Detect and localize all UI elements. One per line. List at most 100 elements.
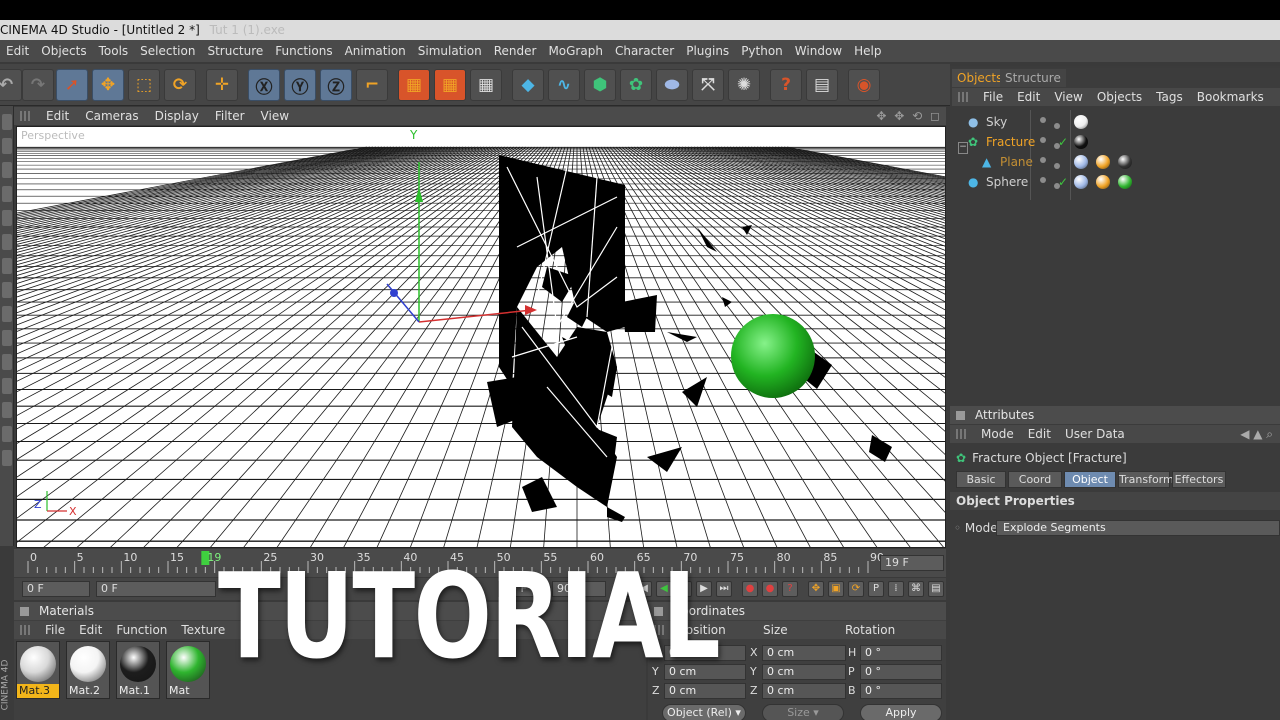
deformer-button[interactable]: ⬬ bbox=[656, 69, 688, 101]
script-manager-button[interactable]: ▤ bbox=[806, 69, 838, 101]
key-scale-icon[interactable]: ▣ bbox=[828, 581, 844, 597]
size-mode-dropdown[interactable]: Size ▾ bbox=[762, 704, 844, 720]
material-swatch[interactable]: Mat.1 bbox=[116, 641, 160, 699]
material-tag-icon[interactable] bbox=[1074, 135, 1088, 149]
mode-button[interactable] bbox=[2, 138, 12, 154]
web-button[interactable]: ◉ bbox=[848, 69, 880, 101]
rotation-input[interactable]: 0 ° bbox=[860, 664, 942, 680]
live-selection-tool[interactable]: ➚ bbox=[56, 69, 88, 101]
material-tag-icon[interactable] bbox=[1074, 175, 1088, 189]
materials-menu-file[interactable]: File bbox=[38, 623, 72, 637]
panel-menu-icon[interactable] bbox=[20, 606, 29, 616]
visibility-toggle[interactable] bbox=[1040, 117, 1046, 123]
material-swatch[interactable]: Mat.2 bbox=[66, 641, 110, 699]
attribute-tab-object[interactable]: Object bbox=[1064, 471, 1116, 488]
spline-button[interactable]: ∿ bbox=[548, 69, 580, 101]
mode-button[interactable] bbox=[2, 282, 12, 298]
attributes-menu-user-data[interactable]: User Data bbox=[1058, 427, 1132, 441]
attribute-tab-basic[interactable]: Basic bbox=[956, 471, 1006, 488]
mode-dropdown[interactable]: Explode Segments bbox=[996, 520, 1280, 536]
key-pla-icon[interactable]: ⁞ bbox=[888, 581, 904, 597]
mode-button[interactable] bbox=[2, 162, 12, 178]
x-axis-lock-button[interactable]: Ⓧ bbox=[248, 69, 280, 101]
attribute-tab-coord[interactable]: Coord bbox=[1008, 471, 1062, 488]
panel-menu-icon[interactable] bbox=[956, 410, 965, 420]
menu-item-mograph[interactable]: MoGraph bbox=[542, 44, 609, 58]
transform-tool[interactable]: ✛ bbox=[206, 69, 238, 101]
objects-menu-view[interactable]: View bbox=[1047, 90, 1089, 104]
z-axis-lock-button[interactable]: Ⓩ bbox=[320, 69, 352, 101]
menu-item-simulation[interactable]: Simulation bbox=[412, 44, 488, 58]
help-button[interactable]: ? bbox=[770, 69, 802, 101]
visibility-toggle[interactable] bbox=[1040, 137, 1046, 143]
autokey-icon[interactable]: ● bbox=[762, 581, 778, 597]
viewport-menu-filter[interactable]: Filter bbox=[207, 109, 253, 123]
mode-button[interactable] bbox=[2, 378, 12, 394]
key-parameter-icon[interactable]: P bbox=[868, 581, 884, 597]
material-tag-icon[interactable] bbox=[1074, 115, 1088, 129]
visibility-toggle[interactable] bbox=[1054, 123, 1060, 129]
z-axis-dot[interactable] bbox=[390, 289, 398, 297]
rotation-input[interactable]: 0 ° bbox=[860, 645, 942, 661]
render-settings-button[interactable]: ▦ bbox=[470, 69, 502, 101]
mograph-cloner-button[interactable]: ✿ bbox=[620, 69, 652, 101]
mode-button[interactable] bbox=[2, 450, 12, 466]
rotate-tool[interactable]: ⟳ bbox=[164, 69, 196, 101]
size-input[interactable]: 0 cm bbox=[762, 664, 846, 680]
enable-check-icon[interactable]: ✓ bbox=[1058, 172, 1068, 192]
render-view-button[interactable]: ▦ bbox=[398, 69, 430, 101]
grip-handle[interactable] bbox=[956, 429, 966, 439]
viewport-menu-edit[interactable]: Edit bbox=[38, 109, 77, 123]
environment-button[interactable]: ✺ bbox=[728, 69, 760, 101]
grip-handle[interactable] bbox=[20, 625, 30, 635]
collapse-toggle-icon[interactable]: − bbox=[958, 142, 968, 154]
grip-handle[interactable] bbox=[20, 111, 30, 121]
move-tool[interactable]: ✥ bbox=[92, 69, 124, 101]
redo-button[interactable]: ↷ bbox=[22, 69, 54, 101]
perspective-viewport[interactable]: Y X Z Perspective bbox=[16, 126, 946, 548]
cube-primitive-button[interactable]: ◆ bbox=[512, 69, 544, 101]
scale-tool[interactable]: ⬚ bbox=[128, 69, 160, 101]
animation-mode-icon[interactable]: ⌘ bbox=[908, 581, 924, 597]
material-tag-icon[interactable] bbox=[1096, 155, 1110, 169]
key-rotation-icon[interactable]: ⟳ bbox=[848, 581, 864, 597]
coordinate-system-button[interactable]: ⌐ bbox=[356, 69, 388, 101]
attributes-nav-icons[interactable]: ◀ ▲ ⌕ bbox=[1233, 427, 1280, 442]
menu-item-edit[interactable]: Edit bbox=[0, 44, 35, 58]
materials-menu-function[interactable]: Function bbox=[109, 623, 174, 637]
rotation-input[interactable]: 0 ° bbox=[860, 683, 942, 699]
menu-item-functions[interactable]: Functions bbox=[269, 44, 338, 58]
menu-item-structure[interactable]: Structure bbox=[201, 44, 269, 58]
mode-button[interactable] bbox=[2, 258, 12, 274]
object-row[interactable]: ✿ Fracture ✓ bbox=[956, 132, 1276, 152]
viewport-menu-view[interactable]: View bbox=[253, 109, 297, 123]
size-input[interactable]: 0 cm bbox=[762, 645, 846, 661]
menu-item-character[interactable]: Character bbox=[609, 44, 680, 58]
grip-handle[interactable] bbox=[958, 92, 968, 102]
green-sphere[interactable] bbox=[731, 314, 815, 398]
coordinate-mode-dropdown[interactable]: Object (Rel) ▾ bbox=[662, 704, 746, 720]
x-axis-arrow[interactable] bbox=[525, 305, 537, 315]
attribute-tab-transform[interactable]: Transform bbox=[1118, 471, 1174, 488]
materials-menu-edit[interactable]: Edit bbox=[72, 623, 109, 637]
mode-button[interactable] bbox=[2, 210, 12, 226]
mode-button[interactable] bbox=[2, 186, 12, 202]
mode-button[interactable] bbox=[2, 114, 12, 130]
menu-item-animation[interactable]: Animation bbox=[339, 44, 412, 58]
scene-button[interactable]: ⤧ bbox=[692, 69, 724, 101]
record-icon[interactable]: ● bbox=[742, 581, 758, 597]
attribute-tab-effectors[interactable]: Effectors bbox=[1172, 471, 1226, 488]
objects-menu-bookmarks[interactable]: Bookmarks bbox=[1190, 90, 1271, 104]
mode-button[interactable] bbox=[2, 330, 12, 346]
attributes-menu-edit[interactable]: Edit bbox=[1021, 427, 1058, 441]
visibility-toggle[interactable] bbox=[1040, 177, 1046, 183]
mode-button[interactable] bbox=[2, 354, 12, 370]
menu-item-plugins[interactable]: Plugins bbox=[680, 44, 735, 58]
material-tag-icon[interactable] bbox=[1074, 155, 1088, 169]
tab-structure[interactable]: Structure bbox=[1000, 69, 1066, 87]
apply-button[interactable]: Apply bbox=[860, 704, 942, 720]
mode-button[interactable] bbox=[2, 402, 12, 418]
enable-check-icon[interactable]: ✓ bbox=[1058, 132, 1068, 152]
object-row[interactable]: ● Sphere ✓ bbox=[956, 172, 1276, 192]
position-input[interactable]: 0 cm bbox=[664, 683, 746, 699]
